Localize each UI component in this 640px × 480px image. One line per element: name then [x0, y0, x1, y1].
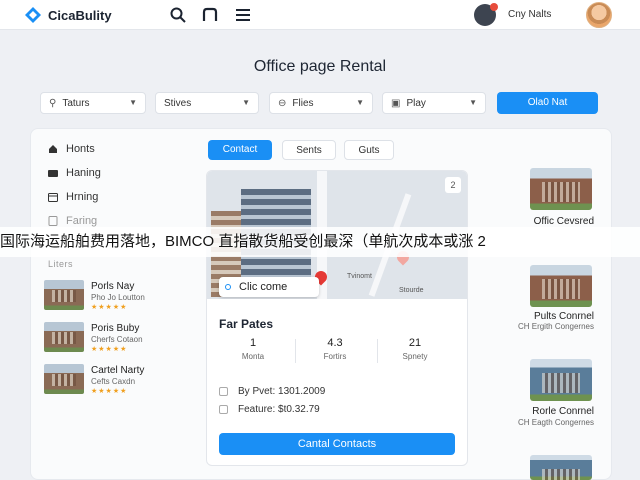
listing-thumbnail: [44, 322, 84, 352]
property-card: 2 Tvinomt Stourde Clic come Far Pates 1 …: [206, 170, 468, 466]
stat-value: 21: [408, 337, 422, 349]
tab-contact[interactable]: Contact: [208, 140, 272, 160]
stat-label: Monta: [241, 352, 265, 361]
sidebar-item-faring[interactable]: Faring: [48, 214, 97, 228]
checkbox-row[interactable]: By Pvet: 1301.2009: [219, 384, 325, 398]
sidebar-item-label: Honts: [66, 143, 95, 155]
chevron-down-icon: ▼: [129, 98, 137, 107]
stat-months: 1 Monta: [213, 337, 293, 361]
filter-flies[interactable]: ⊖ Flies ▼: [269, 92, 373, 114]
primary-search-button[interactable]: Ola0 Nat: [497, 92, 598, 114]
listing-subtitle: Cefts Caxdn: [91, 377, 136, 386]
logo-icon[interactable]: [24, 6, 42, 24]
chevron-down-icon: ▼: [242, 98, 250, 107]
card-icon: [48, 170, 58, 177]
right-listing-thumbnail[interactable]: [530, 359, 592, 401]
search-icon[interactable]: [169, 6, 187, 24]
home-icon: [49, 145, 57, 153]
filter-icon: ⚲: [49, 97, 57, 109]
filter-taturs[interactable]: ⚲ Taturs ▼: [40, 92, 146, 114]
checkbox-label: Feature: $t0.32.79: [238, 403, 320, 415]
contact-button[interactable]: Cantal Contacts: [219, 433, 455, 455]
filter-play[interactable]: ▣ Play ▼: [382, 92, 486, 114]
map-label: Tvinomt: [347, 273, 372, 280]
news-banner: 国际海运船舶费用落地，BIMCO 直指散货船受创最深（单航次成本或涨 2: [0, 227, 640, 257]
stat-label: Fortirs: [323, 352, 347, 361]
map-cta-bubble[interactable]: Clic come: [219, 277, 319, 297]
location-dot-icon: [225, 284, 231, 290]
stat-label: Spnety: [402, 352, 428, 361]
profile-avatar[interactable]: [586, 2, 612, 28]
right-listing-title[interactable]: Pults Conrnel: [476, 311, 594, 322]
right-listing-subtitle: CH Ergith Congernes: [517, 322, 594, 331]
checkbox-label: By Pvet: 1301.2009: [238, 385, 326, 397]
map-label: Stourde: [399, 287, 424, 294]
brand-name[interactable]: CicaBulity: [48, 8, 112, 23]
stat-value: 1: [249, 337, 257, 349]
sidebar-item-label: Faring: [66, 215, 98, 227]
stat-features: 4.3 Fortirs: [295, 337, 375, 361]
calendar-icon: [48, 193, 58, 202]
tab-guts[interactable]: Guts: [344, 140, 394, 160]
listing-item[interactable]: Cartel Narty Cefts Caxdn ★★★★★: [44, 364, 194, 398]
card-title: Far Pates: [219, 317, 274, 331]
listing-title: Porls Nay: [91, 281, 135, 292]
listing-title: Cartel Narty: [91, 365, 145, 376]
sidebar-section-label: Liters: [48, 259, 74, 269]
listing-thumbnail: [44, 364, 84, 394]
listing-thumbnail: [44, 280, 84, 310]
chevron-down-icon: ▼: [356, 98, 364, 107]
right-listing-subtitle: CH Eagth Congernes: [517, 418, 594, 427]
listing-rating: ★★★★★: [91, 388, 128, 395]
tab-sents[interactable]: Sents: [282, 140, 336, 160]
listing-subtitle: Cherfs Cotaon: [91, 335, 143, 344]
checkbox[interactable]: [219, 386, 228, 396]
stat-value: 4.3: [327, 337, 343, 349]
right-listing-thumbnail[interactable]: [530, 455, 592, 480]
filter-label: Stives: [164, 97, 192, 109]
notification-icon[interactable]: [201, 6, 219, 24]
filter-icon: ⊖: [278, 97, 287, 109]
top-bar: CicaBulity Cny Nalts: [0, 0, 640, 30]
listing-rating: ★★★★★: [91, 304, 128, 311]
menu-icon[interactable]: [234, 6, 252, 24]
right-listing-thumbnail[interactable]: [530, 168, 592, 210]
filter-label: Taturs: [62, 97, 90, 109]
right-listing-title[interactable]: Offic Cevsred: [476, 216, 594, 227]
document-icon: [48, 216, 58, 226]
filter-stives[interactable]: Stives ▼: [155, 92, 259, 114]
right-listing-thumbnail[interactable]: [530, 265, 592, 307]
filter-icon: ▣: [391, 97, 401, 109]
listing-item[interactable]: Porls Nay Pho Jo Loutton ★★★★★: [44, 280, 194, 314]
filter-label: Play: [406, 97, 426, 109]
page-title: Office page Rental: [253, 58, 387, 75]
filter-label: Flies: [292, 97, 314, 109]
listing-rating: ★★★★★: [91, 346, 128, 353]
expand-icon[interactable]: 2: [445, 177, 461, 193]
listing-item[interactable]: Poris Buby Cherfs Cotaon ★★★★★: [44, 322, 194, 356]
user-name[interactable]: Cny Nalts: [508, 9, 551, 20]
checkbox-row[interactable]: Feature: $t0.32.79: [219, 402, 320, 416]
sidebar-item-label: Haning: [66, 167, 101, 179]
sidebar-item-haning[interactable]: Haning: [48, 166, 101, 180]
sidebar-item-honts[interactable]: Honts: [48, 142, 95, 156]
chevron-down-icon: ▼: [469, 98, 477, 107]
listing-subtitle: Pho Jo Loutton: [91, 293, 145, 302]
sidebar-item-label: Hrning: [66, 191, 99, 203]
checkbox[interactable]: [219, 404, 228, 414]
stat-spnety: 21 Spnety: [375, 337, 455, 361]
listing-title: Poris Buby: [91, 323, 140, 334]
cta-label: Clic come: [239, 281, 288, 293]
sidebar-item-hrning[interactable]: Hrning: [48, 190, 98, 204]
right-listing-title[interactable]: Rorle Conrnel: [476, 406, 594, 417]
notification-badge: [490, 3, 498, 11]
